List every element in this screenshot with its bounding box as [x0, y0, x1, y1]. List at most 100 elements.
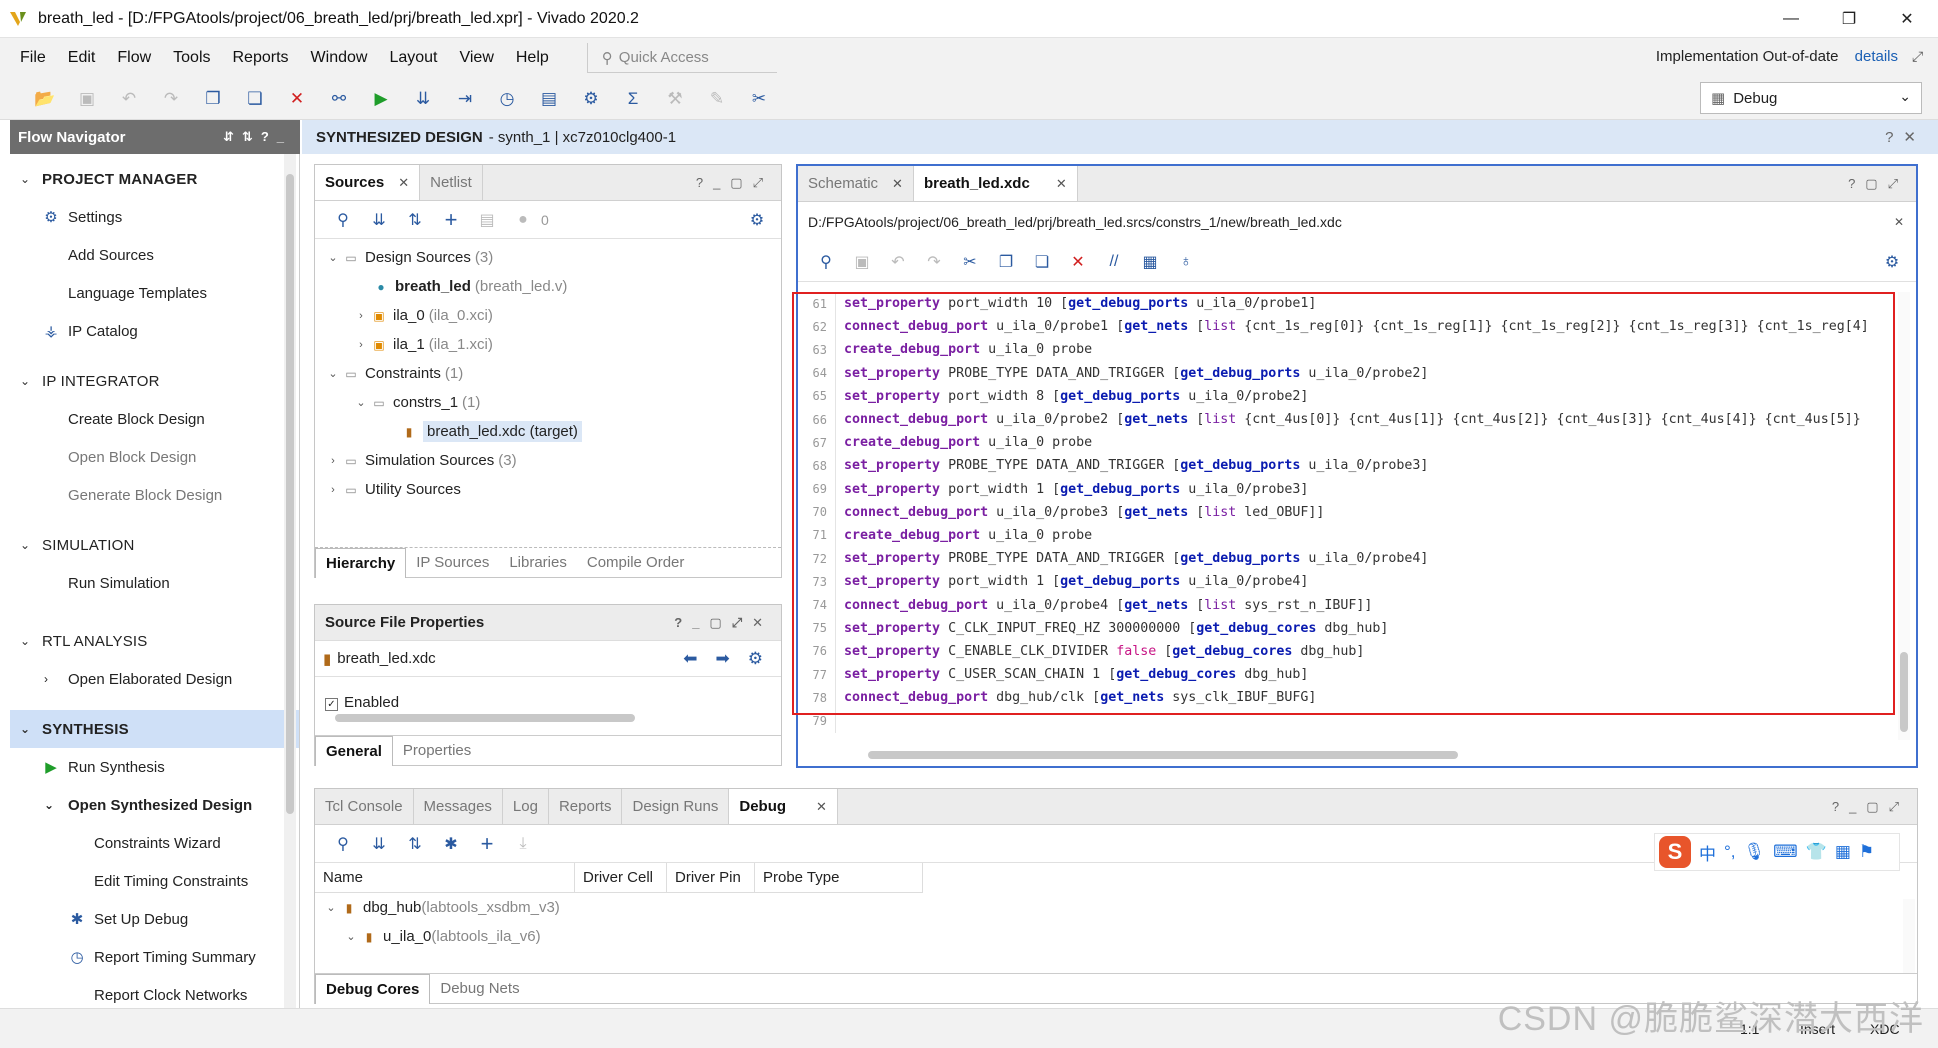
menu-window[interactable]: Window [311, 49, 368, 67]
code-line[interactable]: 76 set_property C_ENABLE_CLK_DIVIDER fals… [804, 639, 1900, 663]
tab-log[interactable]: Log [503, 789, 549, 824]
bug-icon[interactable]: ✱ [433, 834, 469, 854]
tab-design-runs[interactable]: Design Runs [622, 789, 730, 824]
nav-add-sources[interactable]: Add Sources [10, 236, 299, 274]
code-line[interactable]: 63 create_debug_port u_ila_0 probe [804, 338, 1900, 362]
section-ip-integrator[interactable]: ⌄ IP INTEGRATOR [10, 362, 299, 400]
code-line[interactable]: 71 create_debug_port u_ila_0 probe [804, 523, 1900, 548]
close-icon[interactable]: ✕ [816, 799, 827, 815]
find-icon[interactable]: ⚯ [322, 82, 356, 116]
panel-controls-icon[interactable]: ?▢⤢ [1848, 166, 1916, 201]
nav-open-elaborated-design[interactable]: › Open Elaborated Design [10, 660, 299, 698]
nav-arrows-icon[interactable]: ⬅➡⚙ [683, 649, 781, 669]
tree-row[interactable]: › ▭ Simulation Sources (3) [315, 446, 781, 475]
code-line[interactable]: 77 set_property C_USER_SCAN_CHAIN 1 [get_… [804, 663, 1900, 687]
tab-tcl-console[interactable]: Tcl Console [315, 789, 414, 824]
close-icon[interactable]: ✕ [398, 175, 409, 191]
save-icon[interactable]: ▣ [70, 82, 104, 116]
table-icon[interactable]: ▦ [1132, 252, 1168, 272]
close-icon[interactable]: ✕ [892, 176, 903, 192]
tree-row[interactable]: › ▭ Utility Sources [315, 475, 781, 504]
subtab-compile-order[interactable]: Compile Order [577, 548, 695, 578]
collapse-all-icon[interactable]: ⇊ [361, 834, 397, 854]
section-rtl-analysis[interactable]: ⌄ RTL ANALYSIS [10, 622, 299, 660]
subtab-hierarchy[interactable]: Hierarchy [315, 547, 407, 578]
code-line[interactable]: 72 set_property PROBE_TYPE DATA_AND_TRIGG… [804, 547, 1900, 571]
tree-row[interactable]: ▮ breath_led.xdc (target) [315, 417, 781, 446]
undo-icon[interactable]: ↶ [112, 82, 146, 116]
code-line[interactable]: 66 connect_debug_port u_ila_0/probe2 [get… [804, 407, 1900, 432]
subtab-general[interactable]: General [315, 735, 393, 766]
tab-netlist[interactable]: Netlist [420, 165, 483, 200]
step-icon[interactable]: ⇥ [448, 82, 482, 116]
cut-tool-icon[interactable]: ✂ [742, 82, 776, 116]
nav-run-synthesis[interactable]: ▶ Run Synthesis [10, 748, 299, 786]
report-icon[interactable]: ▤ [532, 82, 566, 116]
file-icon[interactable]: ▤ [469, 210, 505, 230]
subtab-properties[interactable]: Properties [393, 736, 481, 766]
paste-icon[interactable]: ❏ [1024, 252, 1060, 272]
editor-vscrollbar[interactable] [1898, 292, 1910, 740]
menu-layout[interactable]: Layout [389, 49, 437, 67]
layout-select[interactable]: ▦ Debug ⌄ [1700, 82, 1922, 114]
tree-row[interactable]: ● breath_led (breath_led.v) [315, 272, 781, 301]
delete-icon[interactable]: ✕ [1060, 252, 1096, 272]
menu-file[interactable]: File [20, 49, 46, 67]
nav-ip-catalog[interactable]: ⚶ IP Catalog [10, 312, 299, 350]
ime-lang[interactable]: 中 [1699, 840, 1716, 865]
gear-icon[interactable]: ⚙ [1874, 252, 1910, 272]
subtab-libraries[interactable]: Libraries [499, 548, 577, 578]
details-link[interactable]: details [1855, 48, 1898, 65]
run-icon[interactable]: ▶ [364, 82, 398, 116]
code-area[interactable]: 61 set_property port_width 10 [get_debug_… [804, 292, 1900, 740]
col-probe-type[interactable]: Probe Type [755, 863, 923, 892]
gear-icon[interactable]: ⚙ [739, 210, 775, 230]
nav-constraints-wizard[interactable]: Constraints Wizard [10, 824, 299, 862]
tab-reports[interactable]: Reports [549, 789, 623, 824]
marker-icon[interactable]: ✎ [700, 82, 734, 116]
disconnect-icon[interactable]: ⤓ [505, 835, 541, 853]
code-line[interactable]: 64 set_property PROBE_TYPE DATA_AND_TRIGG… [804, 361, 1900, 385]
restore-button[interactable]: ❐ [1820, 0, 1878, 38]
mic-icon[interactable]: 🎙 [1744, 842, 1766, 862]
panel-controls-icon[interactable]: ?_▢⤢✕ [674, 615, 781, 631]
col-name[interactable]: Name [315, 863, 575, 892]
tab-schematic[interactable]: Schematic ✕ [798, 166, 914, 201]
nav-report-timing-summary[interactable]: ◷ Report Timing Summary [10, 938, 299, 976]
tree-row[interactable]: ⌄ ▭ Design Sources (3) [315, 243, 781, 272]
subtab-debug-cores[interactable]: Debug Cores [315, 973, 431, 1004]
tab-sources[interactable]: Sources ✕ [315, 165, 421, 200]
code-line[interactable]: 65 set_property port_width 8 [get_debug_p… [804, 384, 1900, 408]
subtab-debug-nets[interactable]: Debug Nets [430, 974, 529, 1004]
menu-flow[interactable]: Flow [117, 49, 151, 67]
close-window-button[interactable]: ✕ [1878, 0, 1936, 38]
collapse-all-icon[interactable]: ⇊ [361, 210, 397, 230]
nav-settings[interactable]: ⚙ Settings [10, 198, 299, 236]
punct-icon[interactable]: °, [1724, 842, 1736, 862]
nav-generate-block-design[interactable]: Generate Block Design [10, 476, 299, 514]
menu-help[interactable]: Help [516, 49, 549, 67]
skin-icon[interactable]: 👕 [1806, 842, 1827, 862]
nav-open-synthesized-design[interactable]: ⌄ Open Synthesized Design [10, 786, 299, 824]
paste-icon[interactable]: ❏ [238, 82, 272, 116]
undo-icon[interactable]: ↶ [880, 252, 916, 272]
code-line[interactable]: 79 [804, 709, 1900, 733]
wrench-icon[interactable]: ⚒ [658, 82, 692, 116]
expand-icon[interactable]: ⤢ [1912, 48, 1923, 65]
minimize-button[interactable]: — [1762, 0, 1820, 38]
enabled-checkbox[interactable]: ✓ [325, 698, 338, 711]
tree-row[interactable]: ⌄ ▭ Constraints (1) [315, 359, 781, 388]
expand-all-icon[interactable]: ⇅ [397, 834, 433, 854]
code-line[interactable]: 61 set_property port_width 10 [get_debug_… [804, 292, 1900, 316]
code-line[interactable]: 73 set_property port_width 1 [get_debug_p… [804, 570, 1900, 594]
bulb-icon[interactable]: ♁ [1168, 253, 1204, 271]
tree-row[interactable]: ⌄ ▭ constrs_1 (1) [315, 388, 781, 417]
nav-edit-timing-constraints[interactable]: Edit Timing Constraints [10, 862, 299, 900]
close-icon[interactable]: ✕ [1056, 176, 1067, 192]
tree-row[interactable]: › ▣ ila_1 (ila_1.xci) [315, 330, 781, 359]
copy-icon[interactable]: ❐ [988, 252, 1024, 272]
redo-icon[interactable]: ↷ [916, 252, 952, 272]
tools-icon[interactable]: ⚑ [1859, 842, 1874, 862]
settings-icon[interactable]: ⚙ [574, 82, 608, 116]
code-line[interactable]: 68 set_property PROBE_TYPE DATA_AND_TRIGG… [804, 454, 1900, 478]
